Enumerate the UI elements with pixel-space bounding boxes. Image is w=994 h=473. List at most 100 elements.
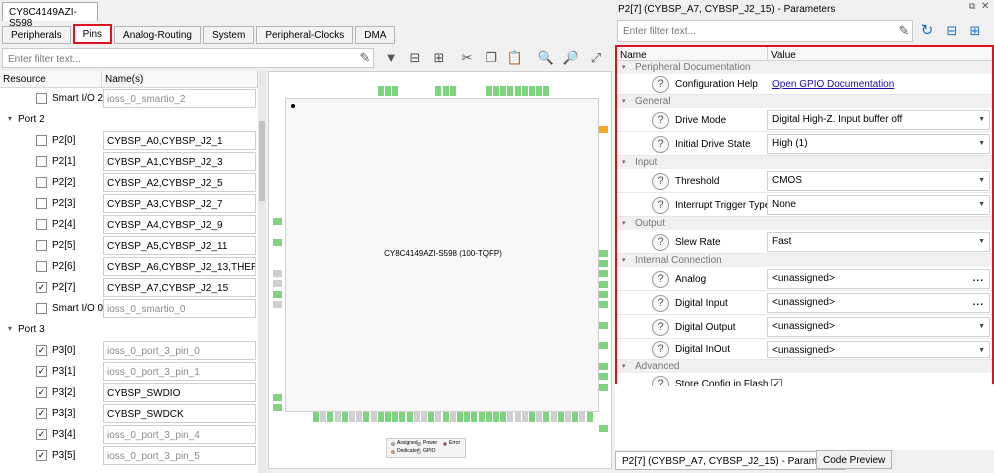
resource-row[interactable]: ✓ P3[4] ioss_0_port_3_pin_4 [0, 424, 258, 445]
collapse-all-icon[interactable]: ⊟ [406, 49, 424, 67]
chip-pin-bottom[interactable] [514, 412, 521, 422]
chip-pin-right[interactable] [599, 332, 608, 339]
chip-pin-bottom[interactable] [471, 412, 478, 422]
pin-checkbox[interactable]: ✓ [36, 282, 47, 293]
chip-pin-right[interactable] [599, 147, 608, 154]
chip-pin-right[interactable] [599, 321, 608, 329]
help-icon[interactable]: ? [652, 294, 669, 312]
chip-pin-top[interactable] [479, 86, 485, 96]
chip-pin-bottom[interactable] [493, 412, 499, 422]
resource-row[interactable]: P2[0] CYBSP_A0,CYBSP_J2_1 [0, 130, 258, 151]
pin-name-field[interactable]: CYBSP_SWDIO [103, 383, 256, 402]
right-filter-input[interactable]: Enter filter text... [617, 20, 913, 42]
fit-view-icon[interactable]: ⤢ [587, 49, 605, 67]
chip-pin-left[interactable] [273, 383, 282, 390]
chip-pin-bottom[interactable] [478, 412, 485, 422]
pin-name-field[interactable]: ioss_0_port_3_pin_5 [103, 446, 256, 465]
pin-name-field[interactable]: ioss_0_port_3_pin_1 [103, 362, 256, 381]
chip-pin-top[interactable] [428, 86, 434, 96]
paste-icon[interactable]: 📋 [506, 49, 524, 67]
value-dropdown[interactable]: High (1) ▼ [767, 134, 990, 154]
tab-peripherals[interactable]: Peripherals [2, 26, 71, 44]
pin-checkbox[interactable] [36, 261, 47, 272]
chip-pin-bottom[interactable] [377, 412, 384, 422]
dropdown-arrow-icon[interactable]: ▼ [978, 323, 985, 330]
chip-pin-left[interactable] [273, 342, 282, 349]
chip-pin-left[interactable] [273, 198, 282, 205]
resource-row[interactable]: ✓ P2[7] CYBSP_A7,CYBSP_J2_15 [0, 277, 258, 298]
chip-pin-bottom[interactable] [557, 412, 564, 422]
chip-pin-bottom[interactable] [327, 412, 334, 422]
chip-pin-right[interactable] [599, 198, 608, 205]
chip-pin-top[interactable] [399, 86, 405, 96]
chip-pin-top[interactable] [442, 86, 449, 96]
resource-row[interactable]: ✓ P3[0] ioss_0_port_3_pin_0 [0, 340, 258, 361]
value-dropdown[interactable]: <unassigned> ▼ [767, 341, 990, 358]
chip-pin-left[interactable] [273, 300, 282, 308]
chip-pin-top[interactable] [327, 86, 333, 96]
chip-pin-top[interactable] [536, 86, 543, 96]
collapse-arrow-icon[interactable]: ▾ [622, 219, 626, 227]
pin-name-field[interactable]: CYBSP_A2,CYBSP_J2_5 [103, 173, 256, 192]
chip-pin-right[interactable] [599, 353, 608, 360]
chip-pin-right[interactable] [599, 435, 608, 442]
chip-pin-top[interactable] [558, 86, 564, 96]
help-icon[interactable]: ? [652, 172, 669, 190]
chip-pin-bottom[interactable] [485, 412, 492, 422]
chip-pin-top[interactable] [335, 86, 341, 96]
chip-pin-top[interactable] [587, 86, 593, 96]
chip-pin-bottom[interactable] [565, 412, 571, 422]
chip-pin-bottom[interactable] [586, 412, 593, 422]
chip-pin-right[interactable] [599, 136, 608, 143]
tab-parameters[interactable]: P2[7] (CYBSP_A7, CYBSP_J2_15) - Paramete… [615, 451, 847, 470]
value-dropdown[interactable]: <unassigned> ▼ [767, 317, 990, 337]
collapse-arrow-icon[interactable]: ▾ [622, 97, 626, 105]
pin-checkbox[interactable] [36, 135, 47, 146]
pin-checkbox[interactable] [36, 93, 47, 104]
chip-pin-bottom[interactable] [550, 412, 557, 422]
chip-pin-top[interactable] [565, 86, 571, 96]
chip-pin-left[interactable] [273, 157, 282, 164]
port-group-row[interactable]: ▾ Port 2 [0, 109, 258, 130]
chip-pin-right[interactable] [599, 178, 608, 185]
chip-pin-bottom[interactable] [435, 412, 442, 422]
chip-pin-bottom[interactable] [507, 412, 514, 422]
pin-checkbox[interactable]: ✓ [36, 387, 47, 398]
resource-row[interactable]: P2[4] CYBSP_A4,CYBSP_J2_9 [0, 214, 258, 235]
chip-pin-left[interactable] [273, 290, 282, 298]
connection-field[interactable]: <unassigned>... [767, 269, 990, 289]
chip-pin-top[interactable] [471, 86, 477, 96]
pin-checkbox[interactable] [36, 198, 47, 209]
chip-pin-bottom[interactable] [313, 412, 319, 422]
resource-column-header[interactable]: Resource [0, 71, 102, 88]
section-input[interactable]: ▾ Input [617, 156, 992, 169]
chip-pin-bottom[interactable] [341, 412, 348, 422]
chip-pin-bottom[interactable] [464, 412, 471, 422]
resource-row[interactable]: ✓ P3[3] CYBSP_SWDCK [0, 403, 258, 424]
zoom-in-icon[interactable]: 🔍 [537, 49, 555, 67]
help-icon[interactable]: ? [652, 76, 669, 93]
port-group-row[interactable]: ▾ Port 3 [0, 319, 258, 340]
chip-pin-left[interactable] [273, 208, 282, 215]
dropdown-arrow-icon[interactable]: ▼ [978, 140, 985, 147]
resource-row[interactable]: ✓ P3[2] CYBSP_SWDIO [0, 382, 258, 403]
chip-pin-bottom[interactable] [349, 412, 355, 422]
chip-pin-top[interactable] [363, 86, 369, 96]
chip-pin-top[interactable] [457, 86, 463, 96]
resource-row[interactable]: P2[1] CYBSP_A1,CYBSP_J2_3 [0, 151, 258, 172]
pin-checkbox[interactable]: ✓ [36, 366, 47, 377]
chip-pin-top[interactable] [349, 86, 355, 96]
chip-pin-bottom[interactable] [320, 412, 327, 422]
chip-pin-bottom[interactable] [421, 412, 427, 422]
chip-pin-bottom[interactable] [449, 412, 456, 422]
chip-pin-right[interactable] [599, 219, 608, 226]
float-icon[interactable]: ⧉ [969, 2, 979, 12]
help-icon[interactable]: ? [652, 233, 669, 251]
chip-pin-top[interactable] [313, 86, 319, 96]
chip-pin-left[interactable] [273, 403, 282, 411]
chip-pin-right[interactable] [599, 270, 608, 278]
chip-pin-bottom[interactable] [363, 412, 370, 422]
pin-checkbox[interactable] [36, 303, 47, 314]
pin-checkbox[interactable] [36, 240, 47, 251]
chip-pin-left[interactable] [273, 249, 282, 256]
